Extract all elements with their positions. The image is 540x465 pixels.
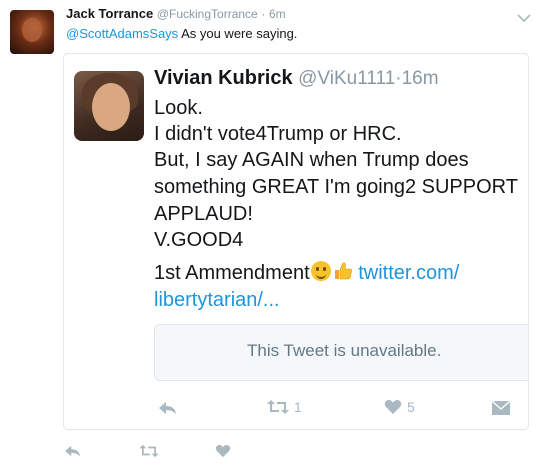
quoted-text-line: 1st Ammendment twitter.com/ bbox=[154, 260, 459, 286]
quoted-text-line: V.GOOD4 bbox=[154, 229, 244, 251]
quoted-text-line: But, I say AGAIN when Trump does bbox=[154, 149, 469, 171]
quoted-text-line: libertytarian/... bbox=[154, 287, 280, 313]
reply-icon bbox=[159, 402, 176, 414]
author-name[interactable]: Jack Torrance bbox=[66, 6, 153, 21]
quoted-tweet-card[interactable]: Vivian Kubrick @ViKu1111·16m Look. I did… bbox=[63, 53, 529, 430]
unavailable-text: This Tweet is unavailable. bbox=[247, 341, 442, 360]
like-count: 5 bbox=[407, 399, 415, 415]
avatar-face bbox=[92, 83, 130, 131]
tweet-body: As you were saying. bbox=[178, 26, 298, 41]
mention-link[interactable]: @ScottAdamsSays bbox=[66, 26, 178, 41]
quoted-time[interactable]: 16m bbox=[402, 68, 439, 89]
like-button[interactable]: 5 bbox=[384, 399, 415, 415]
chevron-down-icon[interactable] bbox=[517, 10, 531, 23]
quoted-author-name[interactable]: Vivian Kubrick bbox=[154, 67, 293, 89]
retweet-button[interactable] bbox=[138, 444, 160, 458]
heart-icon bbox=[215, 444, 231, 458]
quoted-text-line: Look. bbox=[154, 97, 203, 119]
quoted-text-line: I didn't vote4Trump or HRC. bbox=[154, 123, 402, 145]
reply-button[interactable] bbox=[158, 400, 178, 416]
author-handle[interactable]: @FuckingTorrance bbox=[157, 7, 258, 21]
retweet-icon bbox=[267, 400, 289, 414]
tweet-text: @ScottAdamsSays As you were saying. bbox=[66, 26, 297, 41]
separator-dot: · bbox=[261, 7, 266, 21]
avatar-face bbox=[22, 18, 42, 42]
quoted-text-line: APPLAUD! bbox=[154, 203, 253, 225]
retweet-icon bbox=[139, 444, 159, 458]
reply-button[interactable] bbox=[64, 444, 82, 458]
retweet-button[interactable]: 1 bbox=[266, 399, 302, 415]
quoted-text-line: something GREAT I'm going2 SUPPORT bbox=[154, 176, 518, 198]
quoted-author-handle[interactable]: @ViKu1111 bbox=[298, 68, 395, 89]
quoted-header: Vivian Kubrick @ViKu1111·16m bbox=[154, 67, 439, 90]
quoted-avatar[interactable] bbox=[74, 71, 144, 141]
like-button[interactable] bbox=[215, 444, 231, 458]
quoted-link[interactable]: twitter.com/ bbox=[358, 262, 459, 284]
smiley-emoji-icon bbox=[310, 261, 331, 281]
heart-icon bbox=[384, 400, 402, 414]
message-button[interactable] bbox=[491, 400, 511, 416]
quoted-link-continued[interactable]: libertytarian/... bbox=[154, 289, 280, 311]
retweet-count: 1 bbox=[294, 399, 302, 415]
unavailable-tweet-box: This Tweet is unavailable. bbox=[154, 324, 528, 381]
thumbs-up-emoji-icon bbox=[333, 261, 353, 281]
tweet-header: Jack Torrance @FuckingTorrance · 6m bbox=[66, 6, 286, 21]
tweet-time[interactable]: 6m bbox=[269, 7, 286, 21]
avatar[interactable] bbox=[10, 10, 54, 54]
quoted-text-segment: 1st Ammendment bbox=[154, 262, 310, 284]
reply-icon bbox=[65, 445, 80, 457]
envelope-icon bbox=[491, 400, 511, 415]
